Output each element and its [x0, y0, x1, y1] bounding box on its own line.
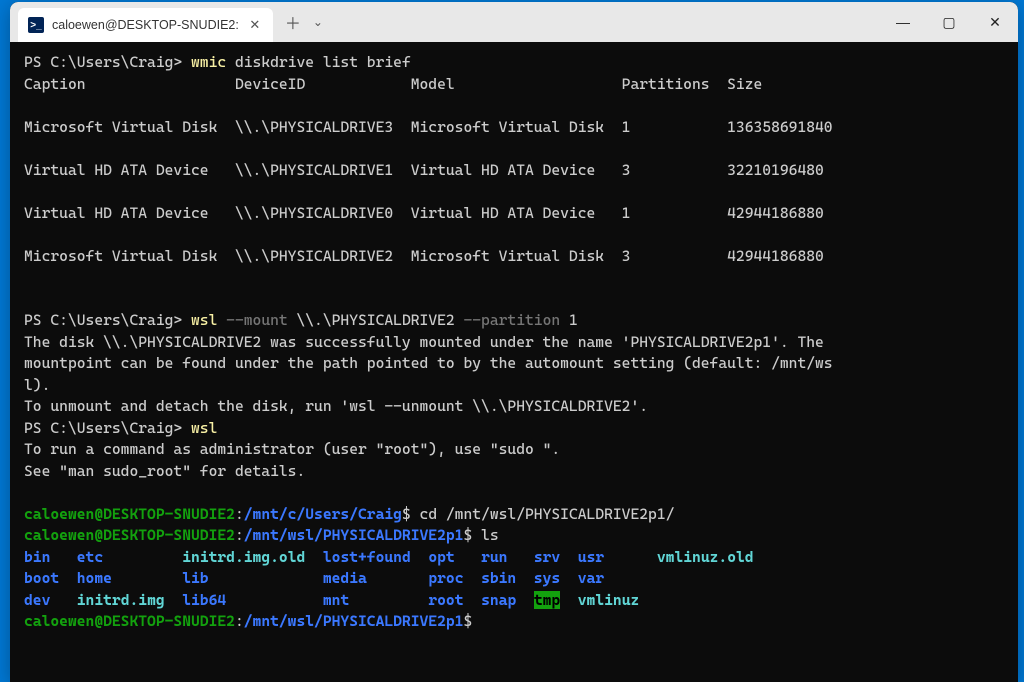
ps-prompt: PS C:\Users\Craig>: [24, 311, 191, 329]
ls-entry: run: [481, 548, 507, 566]
ls-entry: vmlinuz: [578, 591, 640, 609]
terminal-window: >_ caloewen@DESKTOP-SNUDIE2: ✕ ＋ ⌄ — ▢ ✕…: [10, 2, 1018, 682]
tab-title: caloewen@DESKTOP-SNUDIE2:: [52, 18, 239, 32]
ls-entry: vmlinuz.old: [657, 548, 754, 566]
maximize-button[interactable]: ▢: [926, 2, 972, 42]
tab-close-icon[interactable]: ✕: [247, 17, 263, 33]
table-row: Virtual HD ATA Device \\.\PHYSICALDRIVE0…: [24, 204, 824, 222]
cmd-arg: 1: [560, 311, 578, 329]
ls-entry: var: [578, 569, 604, 587]
table-row: Virtual HD ATA Device \\.\PHYSICALDRIVE1…: [24, 161, 824, 179]
ls-entry: srv: [534, 548, 560, 566]
ls-entry: sys: [534, 569, 560, 587]
cmd-args: diskdrive list brief: [235, 53, 411, 71]
bash-cwd: /mnt/wsl/PHYSICALDRIVE2p1: [244, 526, 464, 544]
tab-controls: ＋ ⌄: [273, 2, 323, 42]
tab-dropdown-icon[interactable]: ⌄: [313, 15, 323, 29]
ls-entry: etc: [77, 548, 103, 566]
output-line: To unmount and detach the disk, run 'wsl…: [24, 397, 648, 415]
ls-entry: initrd.img.old: [182, 548, 305, 566]
cmd-arg: \\.\PHYSICALDRIVE2: [288, 311, 464, 329]
bash-cwd: /mnt/c/Users/Craig: [244, 505, 402, 523]
cmd-flag: --partition: [463, 311, 560, 329]
cmd-exe: wmic: [191, 53, 235, 71]
close-button[interactable]: ✕: [972, 2, 1018, 42]
ps-prompt: PS C:\Users\Craig>: [24, 419, 191, 437]
ls-entry: mnt: [323, 591, 349, 609]
ls-entry: tmp: [534, 591, 560, 609]
ls-entry: usr: [578, 548, 604, 566]
cmd-exe: wsl: [191, 311, 226, 329]
powershell-icon: >_: [28, 17, 44, 33]
output-line: See "man sudo_root" for details.: [24, 462, 305, 480]
tab-active[interactable]: >_ caloewen@DESKTOP-SNUDIE2: ✕: [18, 8, 273, 42]
ls-entry: initrd.img: [77, 591, 165, 609]
output-line: To run a command as administrator (user …: [24, 440, 560, 458]
table-row: Microsoft Virtual Disk \\.\PHYSICALDRIVE…: [24, 118, 833, 136]
window-controls: — ▢ ✕: [880, 2, 1018, 42]
ps-prompt: PS C:\Users\Craig>: [24, 53, 191, 71]
bash-user-host: caloewen@DESKTOP-SNUDIE2: [24, 612, 235, 630]
ls-entry: opt: [428, 548, 454, 566]
titlebar[interactable]: >_ caloewen@DESKTOP-SNUDIE2: ✕ ＋ ⌄ — ▢ ✕: [10, 2, 1018, 42]
ls-entry: snap: [481, 591, 516, 609]
ls-entry: lost+found: [323, 548, 411, 566]
ls-entry: home: [77, 569, 112, 587]
ls-entry: lib64: [182, 591, 226, 609]
output-line: mountpoint can be found under the path p…: [24, 354, 833, 372]
ls-entry: bin: [24, 548, 50, 566]
bash-cwd: /mnt/wsl/PHYSICALDRIVE2p1: [244, 612, 464, 630]
table-row: Microsoft Virtual Disk \\.\PHYSICALDRIVE…: [24, 247, 824, 265]
ls-entry: media: [323, 569, 367, 587]
ls-entry: boot: [24, 569, 59, 587]
bash-cmd: cd /mnt/wsl/PHYSICALDRIVE2p1/: [411, 505, 675, 523]
ls-entry: proc: [428, 569, 463, 587]
ls-entry: dev: [24, 591, 50, 609]
output-line: The disk \\.\PHYSICALDRIVE2 was successf…: [24, 333, 824, 351]
table-header: Caption DeviceID Model Partitions Size: [24, 75, 762, 93]
ls-entry: sbin: [481, 569, 516, 587]
cmd-exe: wsl: [191, 419, 217, 437]
ls-entry: root: [428, 591, 463, 609]
new-tab-button[interactable]: ＋: [285, 10, 301, 34]
output-line: l).: [24, 376, 50, 394]
ls-entry: lib: [182, 569, 208, 587]
minimize-button[interactable]: —: [880, 2, 926, 42]
bash-user-host: caloewen@DESKTOP-SNUDIE2: [24, 505, 235, 523]
cmd-flag: --mount: [226, 311, 288, 329]
bash-cmd: ls: [472, 526, 498, 544]
terminal-body[interactable]: PS C:\Users\Craig> wmic diskdrive list b…: [10, 42, 1018, 633]
bash-user-host: caloewen@DESKTOP-SNUDIE2: [24, 526, 235, 544]
